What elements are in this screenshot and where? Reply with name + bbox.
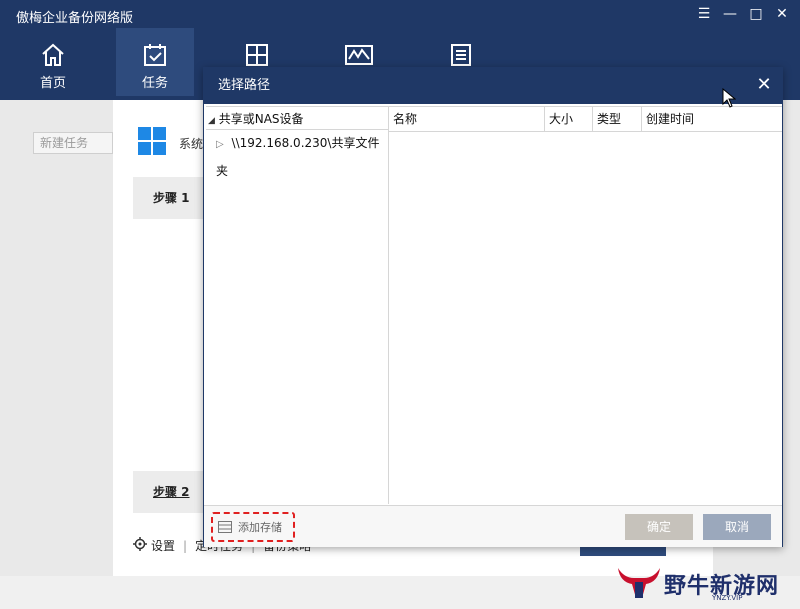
monitor-icon xyxy=(320,42,398,68)
left-pane xyxy=(0,100,113,609)
gear-icon xyxy=(133,537,147,554)
column-name[interactable]: 名称 xyxy=(389,107,545,131)
collapse-triangle-icon[interactable]: ◢ xyxy=(208,116,215,126)
file-list: 名称 大小 类型 创建时间 xyxy=(389,106,782,504)
column-type[interactable]: 类型 xyxy=(593,107,642,131)
windows-icon xyxy=(218,42,296,68)
separator: | xyxy=(183,538,188,553)
step-1-button[interactable]: 步骤 1 xyxy=(133,177,205,219)
watermark-subtext: YNZY.VIP xyxy=(712,594,743,602)
minimize-button[interactable]: — xyxy=(720,4,740,24)
tree-root-label: 共享或NAS设备 xyxy=(218,112,304,126)
windows-logo-icon xyxy=(138,127,166,155)
nav-home-label: 首页 xyxy=(39,76,66,91)
watermark: 野牛新游网 YNZY.VIP xyxy=(614,564,779,604)
new-task-input[interactable]: 新建任务 xyxy=(33,132,113,154)
column-size[interactable]: 大小 xyxy=(545,107,593,131)
system-label: 系统 xyxy=(179,137,204,151)
window-controls: ☰ — □ ✕ xyxy=(694,4,792,24)
add-storage-label: 添加存储 xyxy=(238,521,282,534)
step-2-button[interactable]: 步骤 2 xyxy=(133,471,205,513)
nav-tasks-label: 任务 xyxy=(141,76,168,91)
app-title: 傲梅企业备份网络版 xyxy=(16,11,134,26)
ok-button[interactable]: 确定 xyxy=(625,514,693,540)
close-button[interactable]: ✕ xyxy=(772,4,792,24)
select-path-dialog: 选择路径 ✕ ◢ 共享或NAS设备 ▷ \\192.168.0.230\共享文件… xyxy=(203,67,783,547)
settings-link[interactable]: 设置 xyxy=(151,537,175,554)
storage-icon xyxy=(218,521,232,533)
add-storage-button[interactable]: 添加存储 xyxy=(211,512,295,542)
nav-tasks[interactable]: 任务 xyxy=(116,28,194,96)
tree-item-share-label: \\192.168.0.230\共享文件夹 xyxy=(216,136,380,178)
tasks-icon xyxy=(116,42,194,68)
dialog-footer: 添加存储 确定 取消 xyxy=(204,505,782,547)
bull-logo-icon xyxy=(618,568,660,598)
dialog-title: 选择路径 xyxy=(218,78,271,93)
list-icon xyxy=(422,42,500,68)
tree-root-item[interactable]: ◢ 共享或NAS设备 xyxy=(206,106,388,130)
expand-triangle-icon[interactable]: ▷ xyxy=(216,139,224,150)
mouse-cursor-icon xyxy=(722,87,737,111)
menu-icon[interactable]: ☰ xyxy=(694,4,714,24)
home-icon xyxy=(14,42,92,68)
cancel-button[interactable]: 取消 xyxy=(703,514,771,540)
nav-home[interactable]: 首页 xyxy=(14,28,92,96)
dialog-close-icon[interactable]: ✕ xyxy=(754,68,774,104)
tree-item-share[interactable]: ▷ \\192.168.0.230\共享文件夹 xyxy=(206,130,388,178)
maximize-button[interactable]: □ xyxy=(746,4,766,24)
column-created[interactable]: 创建时间 xyxy=(642,107,782,131)
device-tree: ◢ 共享或NAS设备 ▷ \\192.168.0.230\共享文件夹 xyxy=(206,106,389,504)
dialog-title-bar: 选择路径 ✕ xyxy=(204,68,782,104)
